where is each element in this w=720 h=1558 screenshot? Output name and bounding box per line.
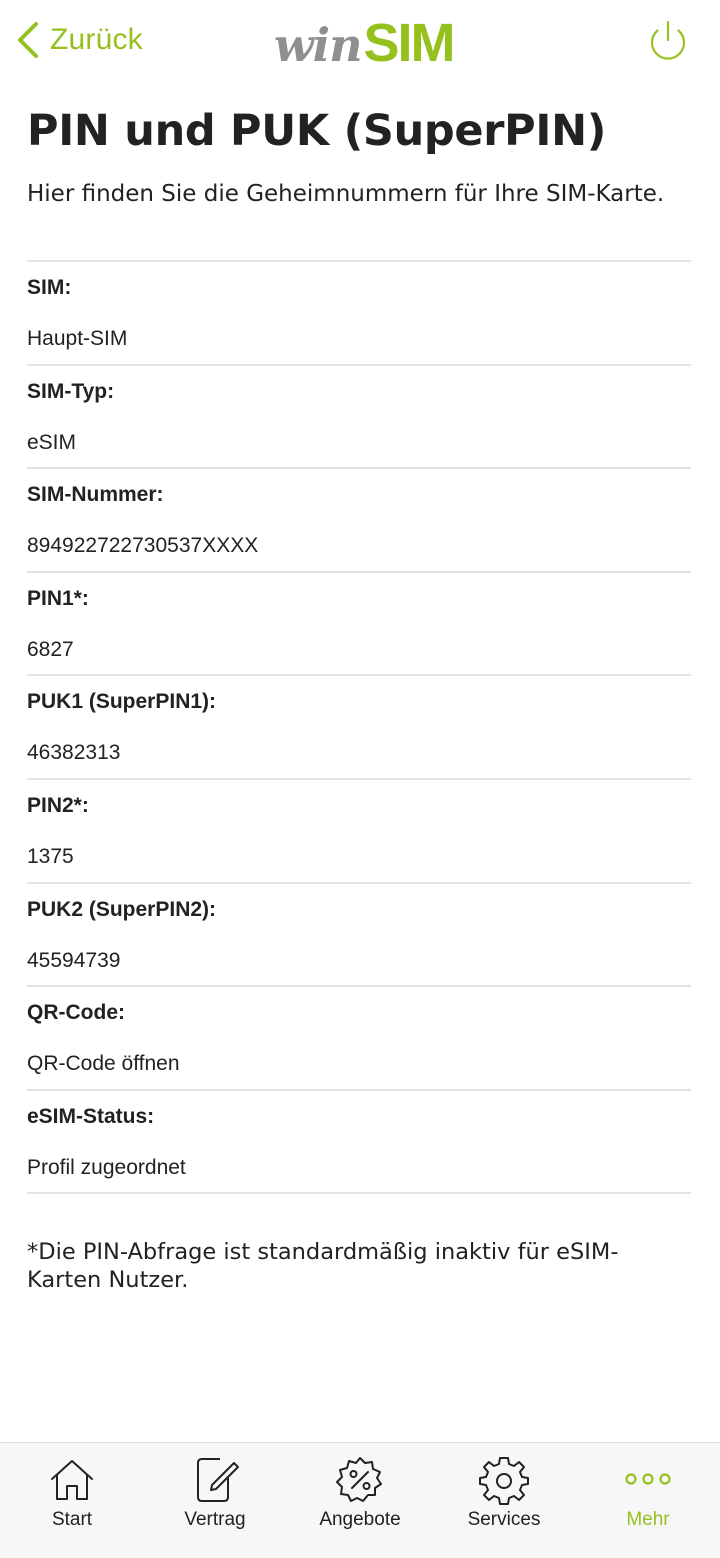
tab-start[interactable]: Start: [0, 1443, 144, 1558]
back-label: Zurück: [50, 23, 143, 56]
detail-value: Haupt-SIM: [27, 327, 128, 350]
contract-edit-icon: [197, 1458, 239, 1502]
detail-value: eSIM: [27, 430, 77, 454]
detail-label: PUK1 (SuperPIN1):: [27, 690, 217, 714]
detail-row-sim-type: SIM-Typ: eSIM: [27, 366, 691, 470]
detail-value: 6827: [27, 637, 74, 661]
detail-label: eSIM-Status:: [27, 1104, 155, 1128]
detail-label: PUK2 (SuperPIN2):: [27, 897, 217, 921]
header: Zurück win SIM: [0, 0, 720, 84]
detail-label: PIN2*:: [27, 793, 89, 817]
winsim-logo: win SIM: [274, 12, 456, 73]
open-qr-code-link[interactable]: QR-Code öffnen: [27, 1052, 180, 1076]
detail-value: 46382313: [27, 741, 121, 765]
detail-label: SIM-Nummer:: [27, 483, 164, 507]
detail-row-esim-status: eSIM-Status: Profil zugeordnet: [27, 1091, 691, 1195]
logo-sim-text: SIM: [363, 13, 456, 73]
tab-label: Start: [51, 1509, 93, 1530]
detail-row-puk1: PUK1 (SuperPIN1): 46382313: [27, 676, 691, 780]
logout-button[interactable]: [644, 18, 692, 66]
detail-label: SIM:: [27, 276, 72, 299]
app-screen: Zurück win SIM PIN und PUK (SuperPIN) Hi…: [0, 0, 720, 1558]
bottom-tab-bar: Start Vertrag Angebote Services Mehr: [0, 1442, 720, 1558]
tab-angebote[interactable]: Angebote: [288, 1443, 432, 1558]
home-icon: [51, 1460, 93, 1500]
detail-value: 894922722730537XXXX: [27, 534, 259, 558]
tab-services[interactable]: Services: [432, 1443, 576, 1558]
tab-label: Mehr: [626, 1509, 670, 1530]
detail-label: QR-Code:: [27, 1001, 125, 1025]
detail-value: Profil zugeordnet: [27, 1155, 186, 1179]
detail-row-pin2: PIN2*: 1375: [27, 780, 691, 884]
sim-details-list: SIM: Haupt-SIM SIM-Typ: eSIM SIM-Nummer:…: [27, 260, 691, 1195]
tab-label: Vertrag: [184, 1509, 246, 1530]
detail-row-pin1: PIN1*: 6827: [27, 573, 691, 677]
detail-row-puk2: PUK2 (SuperPIN2): 45594739: [27, 884, 691, 988]
tab-label: Angebote: [319, 1509, 401, 1530]
detail-value: 45594739: [27, 948, 121, 972]
logo-win-text: win: [274, 18, 363, 72]
pin-footnote: *Die PIN-Abfrage ist standardmäßig inakt…: [27, 1239, 619, 1293]
percent-badge-icon: [336, 1457, 382, 1502]
detail-row-sim-number: SIM-Nummer: 894922722730537XXXX: [27, 469, 691, 573]
tab-vertrag[interactable]: Vertrag: [143, 1443, 287, 1558]
page-title: PIN und PUK (SuperPIN): [27, 106, 607, 156]
chevron-left-icon: [18, 22, 38, 58]
power-icon: [650, 20, 686, 60]
tab-mehr[interactable]: Mehr: [576, 1443, 720, 1558]
more-dots-icon: [625, 1473, 671, 1485]
page-subtitle: Hier finden Sie die Geheimnummern für Ih…: [27, 181, 665, 207]
detail-value: 1375: [27, 844, 74, 868]
detail-label: PIN1*:: [27, 586, 89, 610]
back-button[interactable]: Zurück: [14, 18, 143, 62]
gear-icon: [479, 1457, 529, 1505]
tab-label: Services: [467, 1509, 541, 1530]
detail-row-qr-code: QR-Code: QR-Code öffnen: [27, 987, 691, 1091]
detail-row-sim: SIM: Haupt-SIM: [27, 262, 691, 366]
detail-label: SIM-Typ:: [27, 379, 115, 403]
